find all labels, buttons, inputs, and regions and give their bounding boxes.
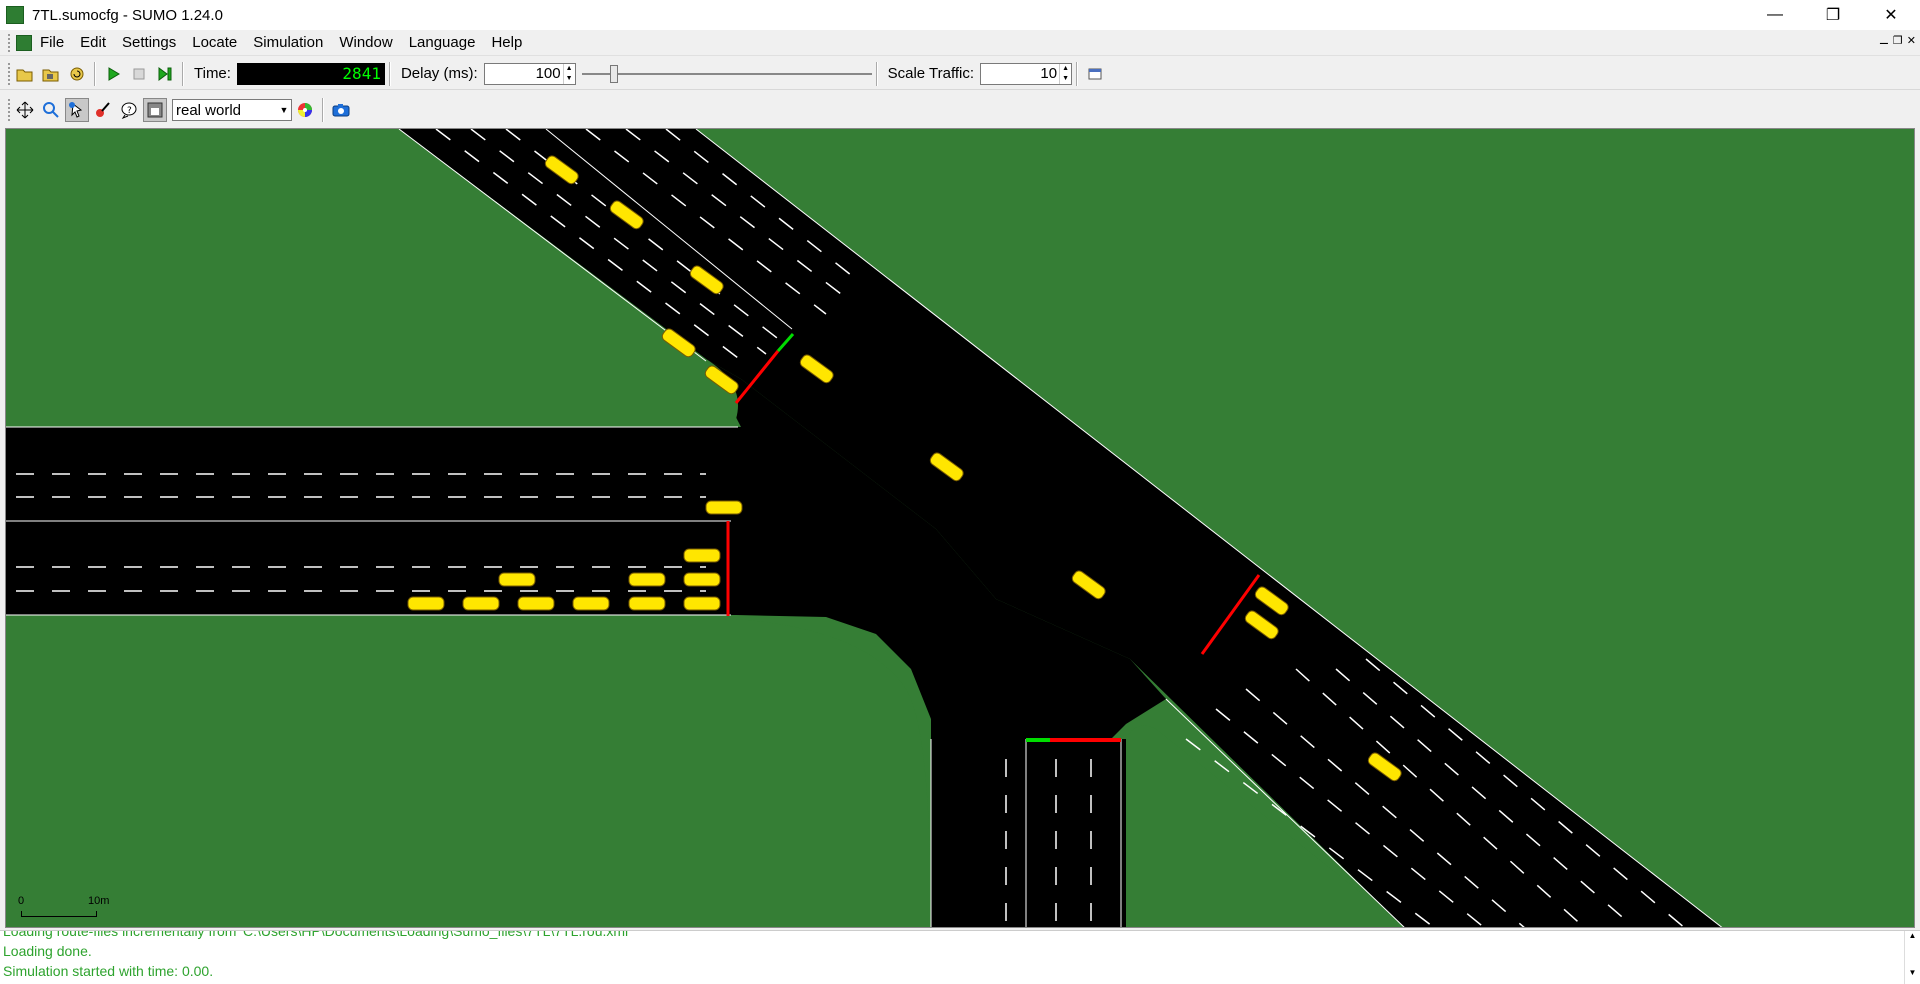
- menu-language[interactable]: Language: [401, 30, 484, 56]
- vehicle[interactable]: [683, 548, 721, 563]
- message-line: Loading route-files incrementally from '…: [3, 930, 631, 939]
- toolbar-separator: [1076, 61, 1079, 86]
- toolbar-separator: [388, 61, 391, 86]
- locate-cursor-icon[interactable]: [65, 98, 89, 122]
- spin-up-icon[interactable]: ▲: [1060, 64, 1071, 74]
- mdi-close-icon[interactable]: ✕: [1907, 34, 1916, 47]
- menu-edit[interactable]: Edit: [72, 30, 114, 56]
- toolbar-separator: [322, 98, 324, 122]
- time-label: Time:: [194, 65, 231, 82]
- vehicle[interactable]: [683, 572, 721, 587]
- document-icon[interactable]: [16, 34, 32, 51]
- toolbar-separator: [875, 61, 878, 86]
- screenshot-icon[interactable]: [329, 98, 353, 122]
- vehicle[interactable]: [407, 596, 445, 611]
- spin-down-icon[interactable]: ▼: [564, 74, 575, 84]
- south-road: [931, 739, 1126, 927]
- open-network-icon[interactable]: [39, 62, 63, 86]
- recenter-view-icon[interactable]: [13, 98, 37, 122]
- vehicle[interactable]: [628, 572, 666, 587]
- menu-file[interactable]: File: [32, 30, 72, 56]
- svg-text:?: ?: [127, 106, 132, 116]
- color-scheme-select[interactable]: real world ▼: [172, 99, 292, 121]
- delay-slider[interactable]: [581, 63, 872, 85]
- open-file-icon[interactable]: [13, 62, 37, 86]
- sumo-app-icon: [6, 6, 24, 24]
- view-toolbar: ? real world ▼: [0, 94, 1920, 126]
- close-icon[interactable]: ✕: [1862, 0, 1920, 30]
- menu-help[interactable]: Help: [483, 30, 530, 56]
- network-drawing: [6, 129, 1723, 927]
- simulation-toolbar: Time: 2841 Delay (ms): ▲▼ Scale Traffic:…: [0, 58, 1920, 90]
- toolbar-separator: [182, 61, 184, 86]
- scale-traffic-label: Scale Traffic:: [887, 65, 975, 82]
- new-view-icon[interactable]: [1083, 62, 1107, 86]
- color-scheme-value: real world: [176, 101, 242, 119]
- run-icon[interactable]: [101, 62, 125, 86]
- time-display: 2841: [236, 62, 385, 85]
- vehicle[interactable]: [517, 596, 555, 611]
- zoom-icon[interactable]: [39, 98, 63, 122]
- spin-up-icon[interactable]: ▲: [564, 64, 575, 74]
- delay-label: Delay (ms):: [400, 65, 478, 82]
- mdi-restore-icon[interactable]: ❐: [1893, 34, 1903, 47]
- step-icon[interactable]: [153, 62, 177, 86]
- color-wheel-icon[interactable]: [293, 98, 317, 122]
- spin-down-icon[interactable]: ▼: [1060, 74, 1071, 84]
- message-window[interactable]: Loading route-files incrementally from '…: [0, 930, 1920, 984]
- toolbar-grip: [8, 33, 12, 52]
- restore-icon[interactable]: ❐: [1804, 0, 1862, 30]
- toolbar-grip: [8, 99, 12, 121]
- scale-bar-start: 0: [18, 895, 25, 907]
- minimize-icon[interactable]: —: [1746, 0, 1804, 30]
- chevron-down-icon[interactable]: ▼: [277, 100, 291, 120]
- tooltip-icon[interactable]: ?: [117, 98, 141, 122]
- scale-bar: 0 10m: [18, 895, 110, 919]
- menu-bar: File Edit Settings Locate Simulation Win…: [0, 30, 1920, 56]
- mdi-minimize-icon[interactable]: ⚊: [1879, 34, 1889, 47]
- scroll-up-icon[interactable]: ▲: [1905, 931, 1920, 940]
- reload-icon[interactable]: [65, 62, 89, 86]
- message-line: Loading done.: [3, 943, 92, 959]
- slider-track: [581, 72, 872, 75]
- vehicle[interactable]: [683, 596, 721, 611]
- edit-visualization-icon[interactable]: [91, 98, 115, 122]
- slider-thumb[interactable]: [609, 64, 618, 83]
- simulation-canvas[interactable]: 0 10m: [5, 128, 1915, 928]
- message-scrollbar[interactable]: ▲ ▼: [1904, 931, 1920, 984]
- menu-locate[interactable]: Locate: [184, 30, 245, 56]
- edit-view-settings-icon[interactable]: [143, 98, 167, 122]
- menu-settings[interactable]: Settings: [114, 30, 184, 56]
- scale-bar-end: 10m: [88, 895, 110, 907]
- grass-curve: [6, 619, 931, 927]
- scale-bar-line: [21, 911, 97, 917]
- delay-spinner[interactable]: ▲▼: [483, 62, 576, 85]
- vehicle[interactable]: [705, 500, 743, 515]
- scroll-down-icon[interactable]: ▼: [1905, 968, 1920, 977]
- scale-traffic-input[interactable]: [981, 63, 1060, 84]
- toolbar-grip: [8, 62, 12, 85]
- vehicle[interactable]: [462, 596, 500, 611]
- toolbar-separator: [94, 61, 96, 86]
- menu-window[interactable]: Window: [331, 30, 400, 56]
- delay-input[interactable]: [484, 63, 563, 84]
- vehicle[interactable]: [498, 572, 536, 587]
- title-bar: 7TL.sumocfg - SUMO 1.24.0 — ❐ ✕: [0, 0, 1920, 30]
- menu-simulation[interactable]: Simulation: [245, 30, 331, 56]
- vehicle[interactable]: [628, 596, 666, 611]
- scale-traffic-spinner[interactable]: ▲▼: [980, 62, 1073, 85]
- window-title: 7TL.sumocfg - SUMO 1.24.0: [32, 6, 223, 24]
- stop-icon[interactable]: [127, 62, 151, 86]
- vehicle[interactable]: [572, 596, 610, 611]
- message-line: Simulation started with time: 0.00.: [3, 963, 214, 979]
